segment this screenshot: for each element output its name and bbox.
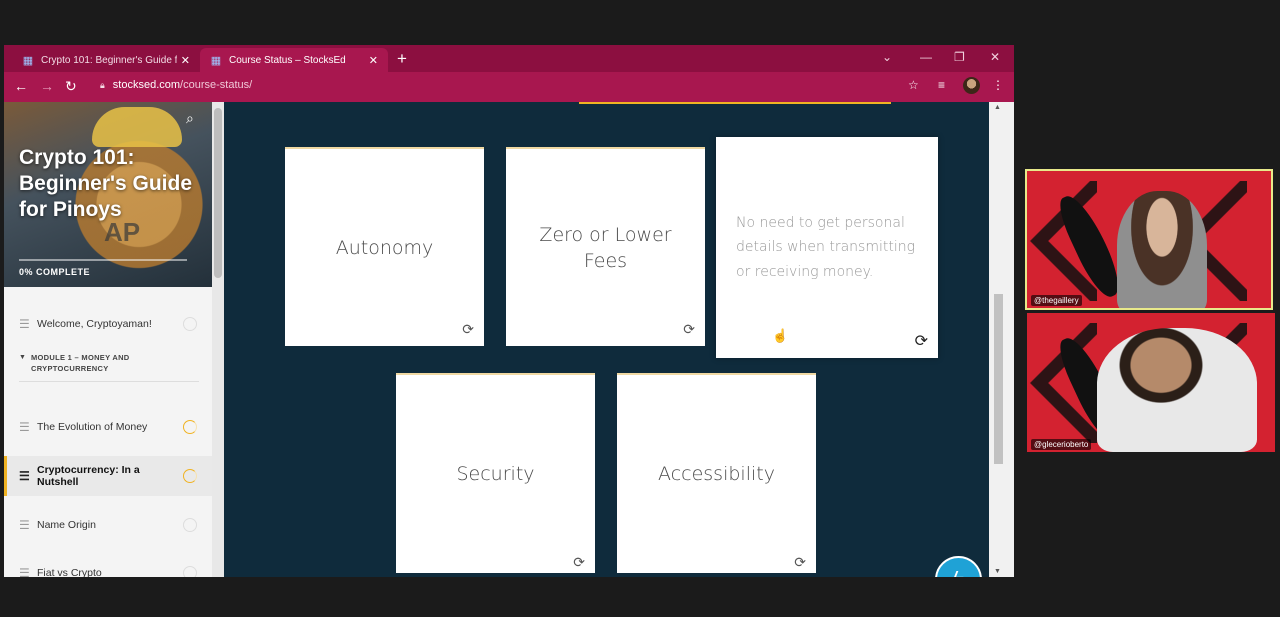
lesson-label: Cryptocurrency: In a Nutshell (37, 464, 140, 488)
participant-image (1097, 328, 1257, 452)
divider (19, 381, 199, 382)
back-button[interactable]: ← (14, 78, 28, 94)
lesson-item[interactable]: ☰ Fiat vs Crypto (4, 553, 212, 577)
status-circle-icon (183, 518, 197, 532)
completion-label: 0% COMPLETE (19, 267, 91, 277)
caret-down-icon: ▼ (19, 354, 27, 361)
participant-name: @thegaillery (1031, 295, 1082, 306)
lesson-item[interactable]: ☰ The Evolution of Money (4, 407, 212, 447)
messenger-chat-button[interactable]: ϟ (935, 556, 982, 577)
menu-icon[interactable]: ⋮ (992, 78, 1004, 92)
flip-icon[interactable]: ⟳ (915, 331, 928, 350)
lesson-icon: ☰ (19, 420, 30, 434)
scroll-down-icon[interactable]: ▼ (994, 568, 1001, 575)
close-tab-icon[interactable]: ✕ (369, 54, 378, 67)
tab-bar: ▦ Crypto 101: Beginner's Guide for ✕ ▦ C… (4, 45, 1014, 72)
status-circle-icon (183, 566, 197, 577)
lesson-label: Welcome, Cryptoyaman! (37, 318, 152, 330)
header-accent-line (579, 102, 891, 104)
flip-icon[interactable]: ⟳ (794, 555, 806, 571)
lock-icon: 🔒︎ (100, 79, 105, 90)
progress-track (19, 259, 187, 261)
card-text: Accessibility (658, 463, 775, 485)
bookmark-star-icon[interactable]: ☆ (908, 78, 919, 92)
module-label: MODULE 1 – MONEY AND CRYPTOCURRENCY (31, 353, 130, 373)
profile-avatar[interactable] (963, 77, 980, 94)
close-tab-icon[interactable]: ✕ (181, 54, 190, 67)
mascot-helmet (92, 107, 182, 147)
sidebar-scrollbar[interactable] (212, 102, 224, 577)
lesson-item-active[interactable]: ☰ Cryptocurrency: In a Nutshell (4, 456, 212, 496)
participant-image (1117, 191, 1207, 308)
lesson-icon: ☰ (19, 566, 30, 577)
flashcard[interactable]: Security ⟳ (396, 373, 595, 573)
status-circle-icon (183, 317, 197, 331)
url-host: stocksed.com (112, 79, 181, 91)
url-path: /course-status/ (180, 79, 253, 91)
card-text: Security (456, 463, 535, 485)
reading-list-icon[interactable]: ≡ (938, 78, 945, 92)
scroll-thumb[interactable] (214, 108, 222, 278)
scroll-thumb[interactable] (994, 294, 1003, 464)
search-icon[interactable]: ⌕ (186, 110, 194, 127)
tab-title: Course Status – StocksEd (229, 54, 346, 66)
lesson-icon: ☰ (19, 518, 30, 532)
lesson-icon: ☰ (19, 317, 30, 331)
lesson-label: Fiat vs Crypto (37, 567, 102, 577)
restore-button[interactable]: ❐ (954, 50, 965, 64)
flashcard[interactable]: Zero or Lower Fees ⟳ (506, 147, 705, 346)
url-field[interactable]: 🔒︎ stocksed.com/course-status/ (100, 79, 252, 91)
participant-name: @glecerioberto (1031, 439, 1092, 450)
minimize-button[interactable]: — (920, 50, 932, 64)
lesson-icon: ☰ (19, 469, 30, 483)
reload-button[interactable]: ↻ (65, 78, 77, 95)
favicon-icon: ▦ (210, 54, 222, 67)
card-text: Autonomy (335, 236, 434, 259)
scroll-up-icon[interactable]: ▲ (994, 104, 1001, 111)
browser-window: ▦ Crypto 101: Beginner's Guide for ✕ ▦ C… (4, 45, 1014, 577)
progress-circle-icon (183, 420, 197, 434)
course-sidebar: AP ⌕ Crypto 101: Beginner's Guide for Pi… (4, 102, 212, 577)
new-tab-button[interactable]: + (397, 49, 407, 69)
flashcard[interactable]: Accessibility ⟳ (617, 373, 816, 573)
lesson-item[interactable]: ☰ Welcome, Cryptoyaman! (4, 304, 212, 344)
tab-course-status[interactable]: ▦ Course Status – StocksEd ✕ (200, 48, 388, 72)
forward-button[interactable]: → (40, 78, 54, 94)
progress-circle-icon (183, 469, 197, 483)
card-text: Zero or Lower Fees (539, 223, 672, 272)
flip-icon[interactable]: ⟳ (573, 555, 585, 571)
module-header[interactable]: ▼ MODULE 1 – MONEY AND CRYPTOCURRENCY (19, 352, 199, 374)
favicon-icon: ▦ (22, 54, 34, 67)
hand-cursor-icon: ☝ (772, 328, 789, 343)
course-title: Crypto 101: Beginner's Guide for Pinoys (19, 146, 193, 221)
page-scrollbar[interactable]: ▲ ▼ (989, 102, 1014, 577)
flashcard-area: Autonomy ⟳ Zero or Lower Fees ⟳ No need … (224, 102, 989, 577)
close-window-button[interactable]: ✕ (990, 50, 1000, 64)
flip-icon[interactable]: ⟳ (683, 322, 695, 338)
tab-crypto-101[interactable]: ▦ Crypto 101: Beginner's Guide for ✕ (12, 48, 200, 72)
course-hero: AP ⌕ Crypto 101: Beginner's Guide for Pi… (4, 102, 212, 287)
lesson-label: The Evolution of Money (37, 421, 148, 433)
lesson-item[interactable]: ☰ Name Origin (4, 505, 212, 545)
participant-video[interactable]: @glecerioberto (1027, 313, 1275, 452)
participant-video[interactable]: @thegaillery (1025, 169, 1273, 310)
tab-title: Crypto 101: Beginner's Guide for (41, 54, 177, 66)
flashcard[interactable]: Autonomy ⟳ (285, 147, 484, 346)
flashcard-flipped[interactable]: No need to get personal details when tra… (716, 137, 938, 358)
flip-icon[interactable]: ⟳ (462, 322, 474, 338)
tab-search-icon[interactable]: ⌄ (882, 50, 892, 64)
messenger-icon: ϟ (953, 568, 964, 577)
address-bar: ← → ↻ 🔒︎ stocksed.com/course-status/ ☆ ≡… (4, 72, 1014, 102)
card-text: No need to get personal details when tra… (736, 214, 916, 280)
lesson-label: Name Origin (37, 519, 96, 531)
